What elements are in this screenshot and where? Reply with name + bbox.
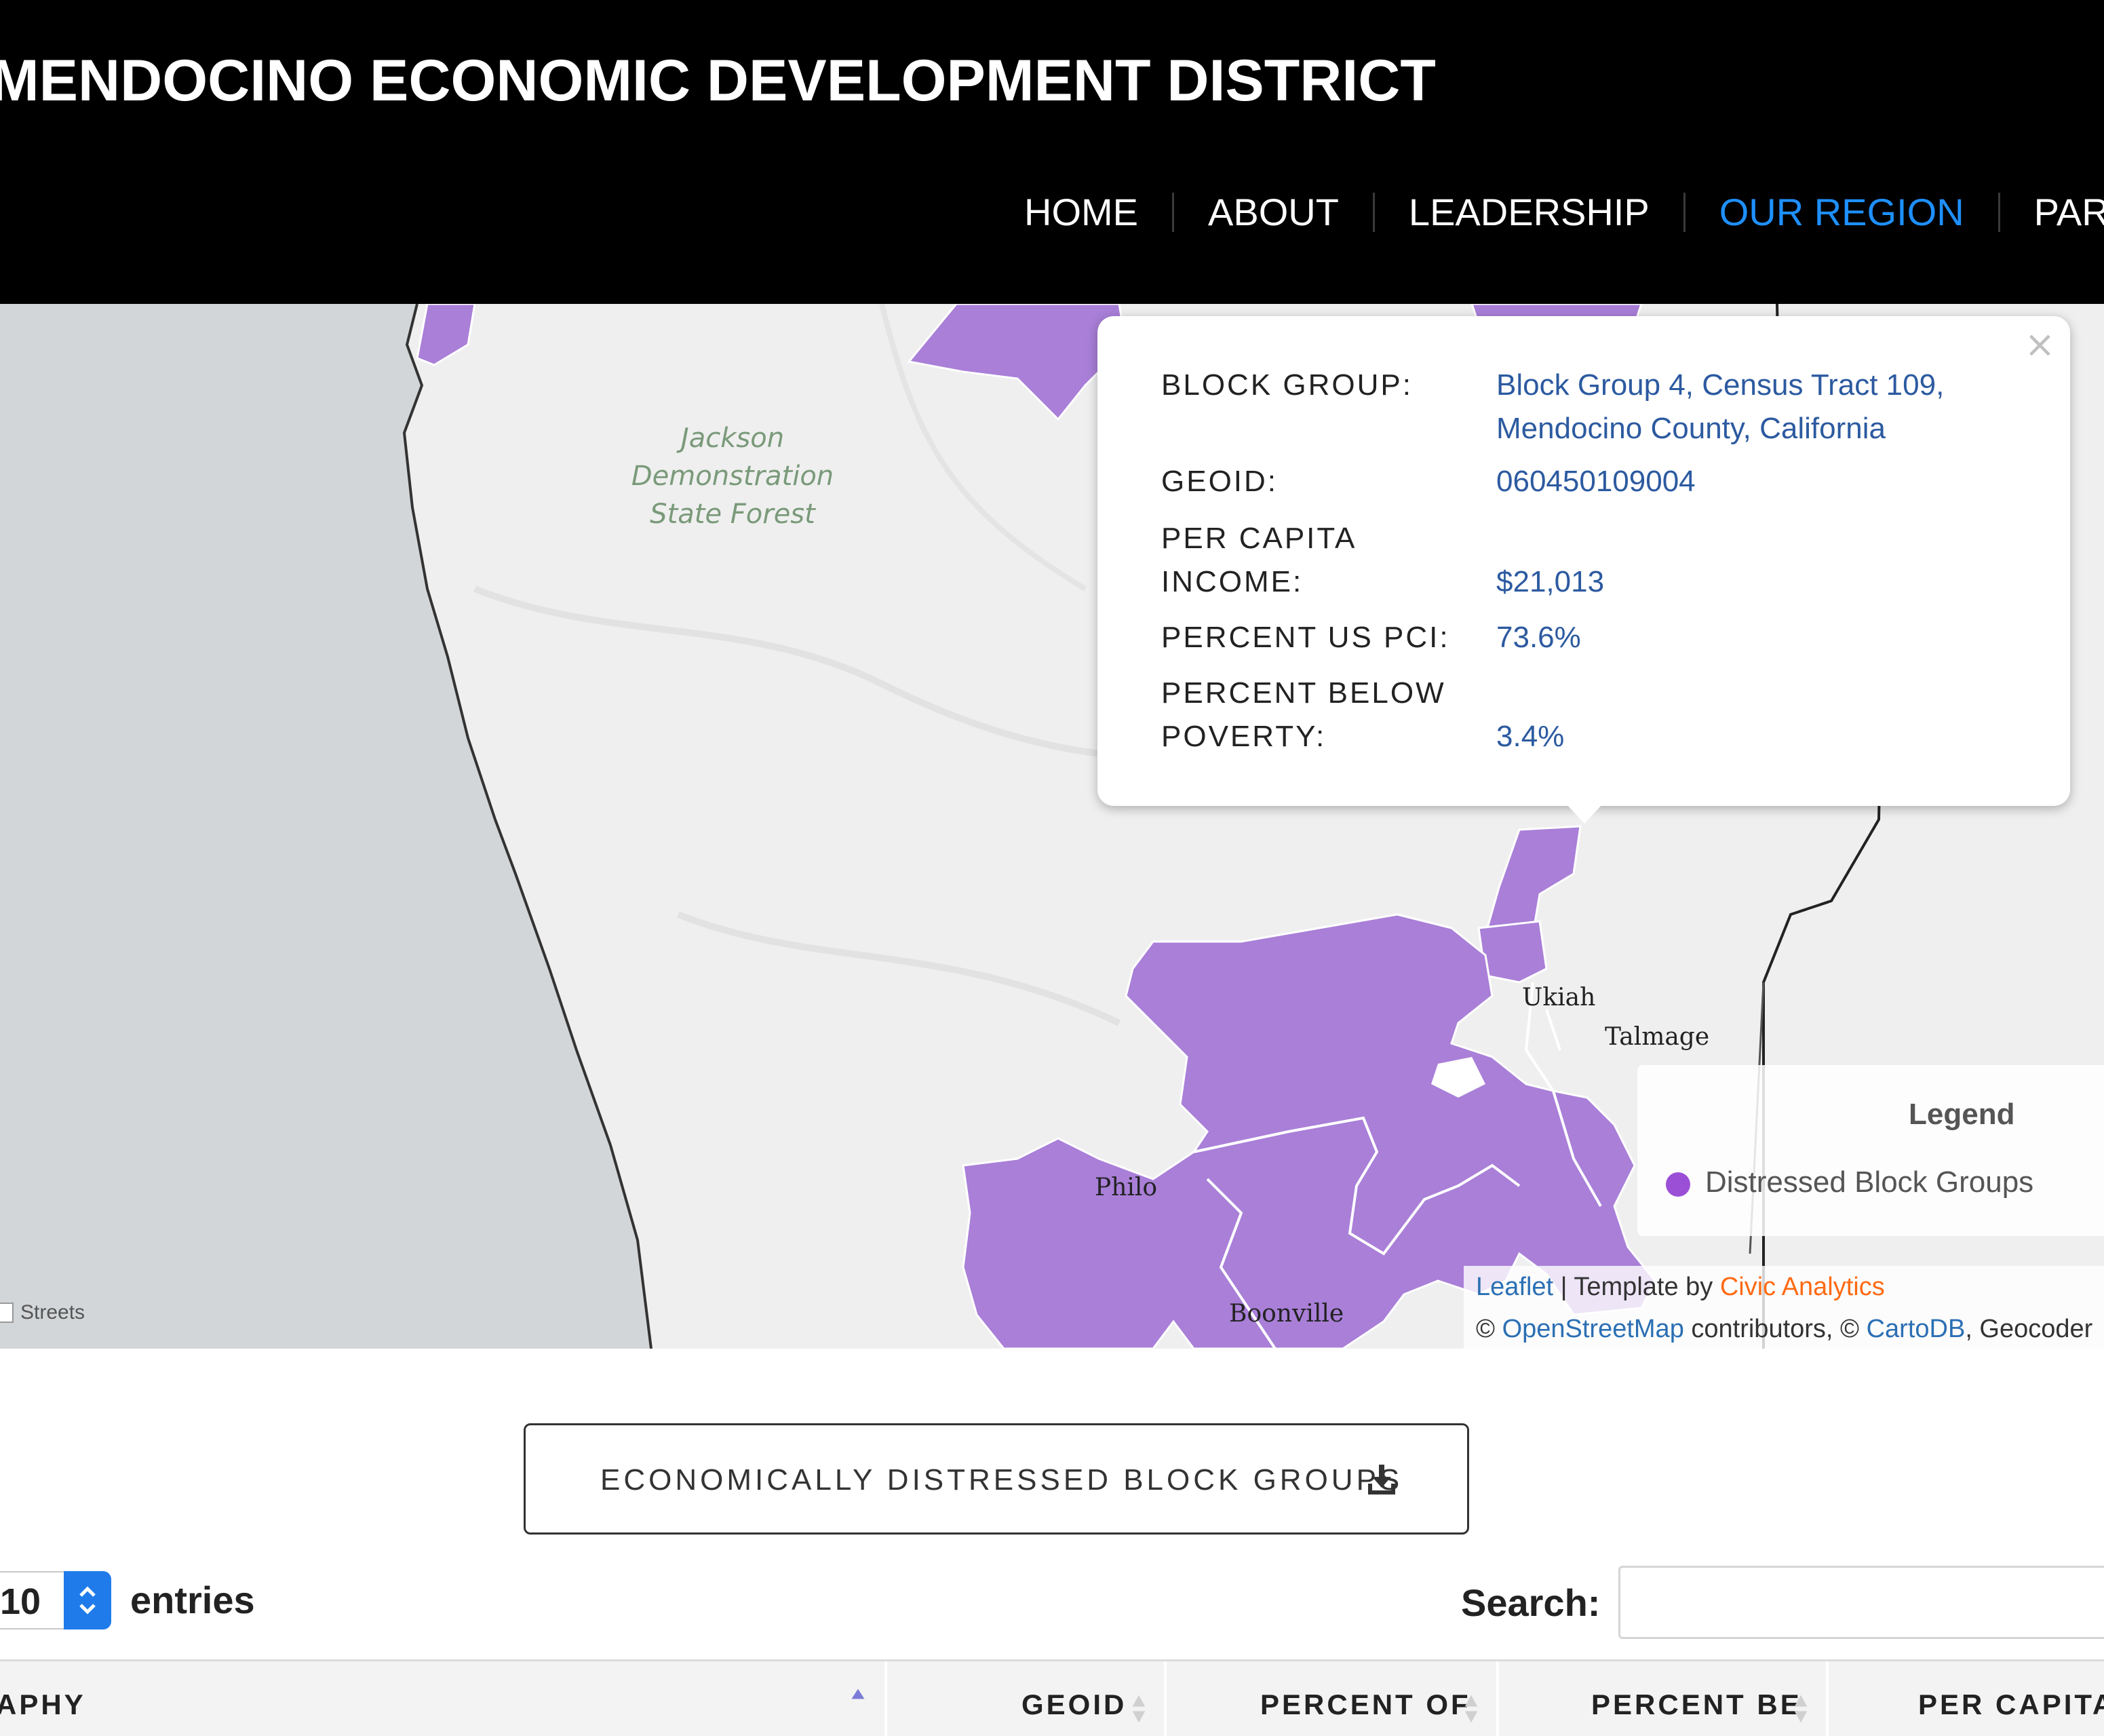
- cartodb-link[interactable]: CartoDB: [1867, 1315, 1966, 1343]
- attribution-text: ©: [1476, 1315, 1502, 1343]
- entries-select-value: 10: [0, 1581, 41, 1622]
- column-divider: [1496, 1661, 1499, 1736]
- download-icon: [1368, 1465, 1395, 1494]
- sort-icon[interactable]: [1793, 1691, 1808, 1727]
- sort-asc-icon[interactable]: [851, 1686, 865, 1702]
- legend-title: Legend: [1909, 1098, 2015, 1131]
- popup-row-block-group: BLOCK GROUP: Block Group 4, Census Tract…: [1161, 364, 2029, 452]
- nav-divider: [1372, 192, 1375, 232]
- attribution-text: contributors, ©: [1683, 1315, 1867, 1343]
- nav-partners[interactable]: PART: [2034, 190, 2104, 234]
- chevron-updown-icon[interactable]: [64, 1571, 111, 1629]
- civic-analytics-link[interactable]: Civic Analytics: [1720, 1273, 1885, 1301]
- entries-select[interactable]: 10: [0, 1571, 111, 1629]
- attribution-line-2: © OpenStreetMap contributors, © CartoDB,…: [1476, 1308, 2104, 1350]
- column-divider: [1826, 1661, 1829, 1736]
- popup-label: GEOID:: [1161, 465, 1279, 498]
- map-legend: Legend Distressed Block Groups: [1637, 1065, 2104, 1236]
- popup-label: PERCENT BELOW POVERTY:: [1161, 676, 1446, 753]
- nav-divider: [1683, 192, 1686, 232]
- popup-value: Block Group 4, Census Tract 109, Mendoci…: [1496, 368, 1945, 445]
- place-label-talmage: Talmage: [1605, 1023, 1710, 1051]
- popup-value: $21,013: [1496, 565, 1605, 598]
- main-nav: HOME ABOUT LEADERSHIP OUR REGION PART: [1024, 190, 2104, 234]
- search-input[interactable]: [1618, 1566, 2104, 1639]
- column-header-geography[interactable]: APHY: [0, 1689, 86, 1721]
- forest-label: Jackson Demonstration State Forest: [631, 423, 834, 530]
- column-header-per-capita[interactable]: PER CAPITA: [1918, 1689, 2104, 1721]
- map-road: [677, 911, 1121, 1026]
- table-header: APHY GEOID PERCENT OF PERCENT BE PER CAP…: [0, 1659, 2104, 1736]
- nav-divider: [1172, 192, 1174, 232]
- column-divider: [884, 1661, 887, 1736]
- column-divider: [1164, 1661, 1167, 1736]
- layer-control-label: Streets: [20, 1301, 85, 1324]
- sort-icon[interactable]: [1131, 1691, 1146, 1727]
- column-header-percent-of[interactable]: PERCENT OF: [1260, 1689, 1471, 1721]
- popup-label: PER CAPITA INCOME:: [1161, 522, 1355, 598]
- sort-icon[interactable]: [1464, 1691, 1479, 1727]
- popup-label: PERCENT US PCI:: [1161, 621, 1450, 654]
- ocean-area: [0, 304, 651, 1349]
- place-label-ukiah: Ukiah: [1522, 984, 1596, 1011]
- download-distressed-block-groups-button[interactable]: ECONOMICALLY DISTRESSED BLOCK GROUPS: [524, 1423, 1469, 1535]
- column-header-geoid[interactable]: GEOID: [1021, 1689, 1127, 1721]
- map-popup: × BLOCK GROUP: Block Group 4, Census Tra…: [1097, 316, 2070, 824]
- site-title: MENDOCINO ECONOMIC DEVELOPMENT DISTRICT: [0, 48, 1436, 113]
- place-label-philo: Philo: [1095, 1174, 1158, 1201]
- place-label-boonville: Boonville: [1229, 1300, 1344, 1328]
- attribution-line-1: Leaflet | Template by Civic Analytics: [1476, 1266, 2104, 1308]
- nav-home[interactable]: HOME: [1024, 190, 1138, 234]
- download-button-label: ECONOMICALLY DISTRESSED BLOCK GROUPS: [600, 1463, 1403, 1497]
- search-label: Search:: [1461, 1581, 1601, 1624]
- attribution-text: , Geocoder: [1965, 1315, 2093, 1343]
- popup-value: 73.6%: [1496, 621, 1581, 654]
- layer-control[interactable]: Streets: [0, 1301, 85, 1324]
- popup-label: BLOCK GROUP:: [1161, 368, 1413, 402]
- nav-about[interactable]: ABOUT: [1208, 190, 1339, 234]
- openstreetmap-link[interactable]: OpenStreetMap: [1502, 1315, 1684, 1343]
- nav-our-region[interactable]: OUR REGION: [1719, 190, 1964, 234]
- popup-value: 060450109004: [1496, 465, 1696, 498]
- map-attribution: Leaflet | Template by Civic Analytics © …: [1464, 1266, 2104, 1354]
- attribution-text: | Template by: [1553, 1273, 1720, 1301]
- layer-checkbox[interactable]: [0, 1303, 14, 1323]
- block-group-shape[interactable]: [416, 304, 476, 366]
- column-header-percent-below[interactable]: PERCENT BE: [1591, 1689, 1802, 1721]
- legend-item-label: Distressed Block Groups: [1705, 1165, 2034, 1199]
- site-header: MENDOCINO ECONOMIC DEVELOPMENT DISTRICT …: [0, 0, 2104, 304]
- block-group-shape[interactable]: [907, 304, 1127, 421]
- leaflet-link[interactable]: Leaflet: [1476, 1273, 1553, 1301]
- close-icon[interactable]: ×: [2025, 323, 2055, 366]
- nav-divider: [1998, 192, 2000, 232]
- popup-value: 3.4%: [1496, 720, 1565, 753]
- nav-leadership[interactable]: LEADERSHIP: [1409, 190, 1650, 234]
- popup-tip: [1567, 805, 1602, 824]
- legend-swatch: [1666, 1172, 1690, 1197]
- entries-label: entries: [130, 1579, 255, 1621]
